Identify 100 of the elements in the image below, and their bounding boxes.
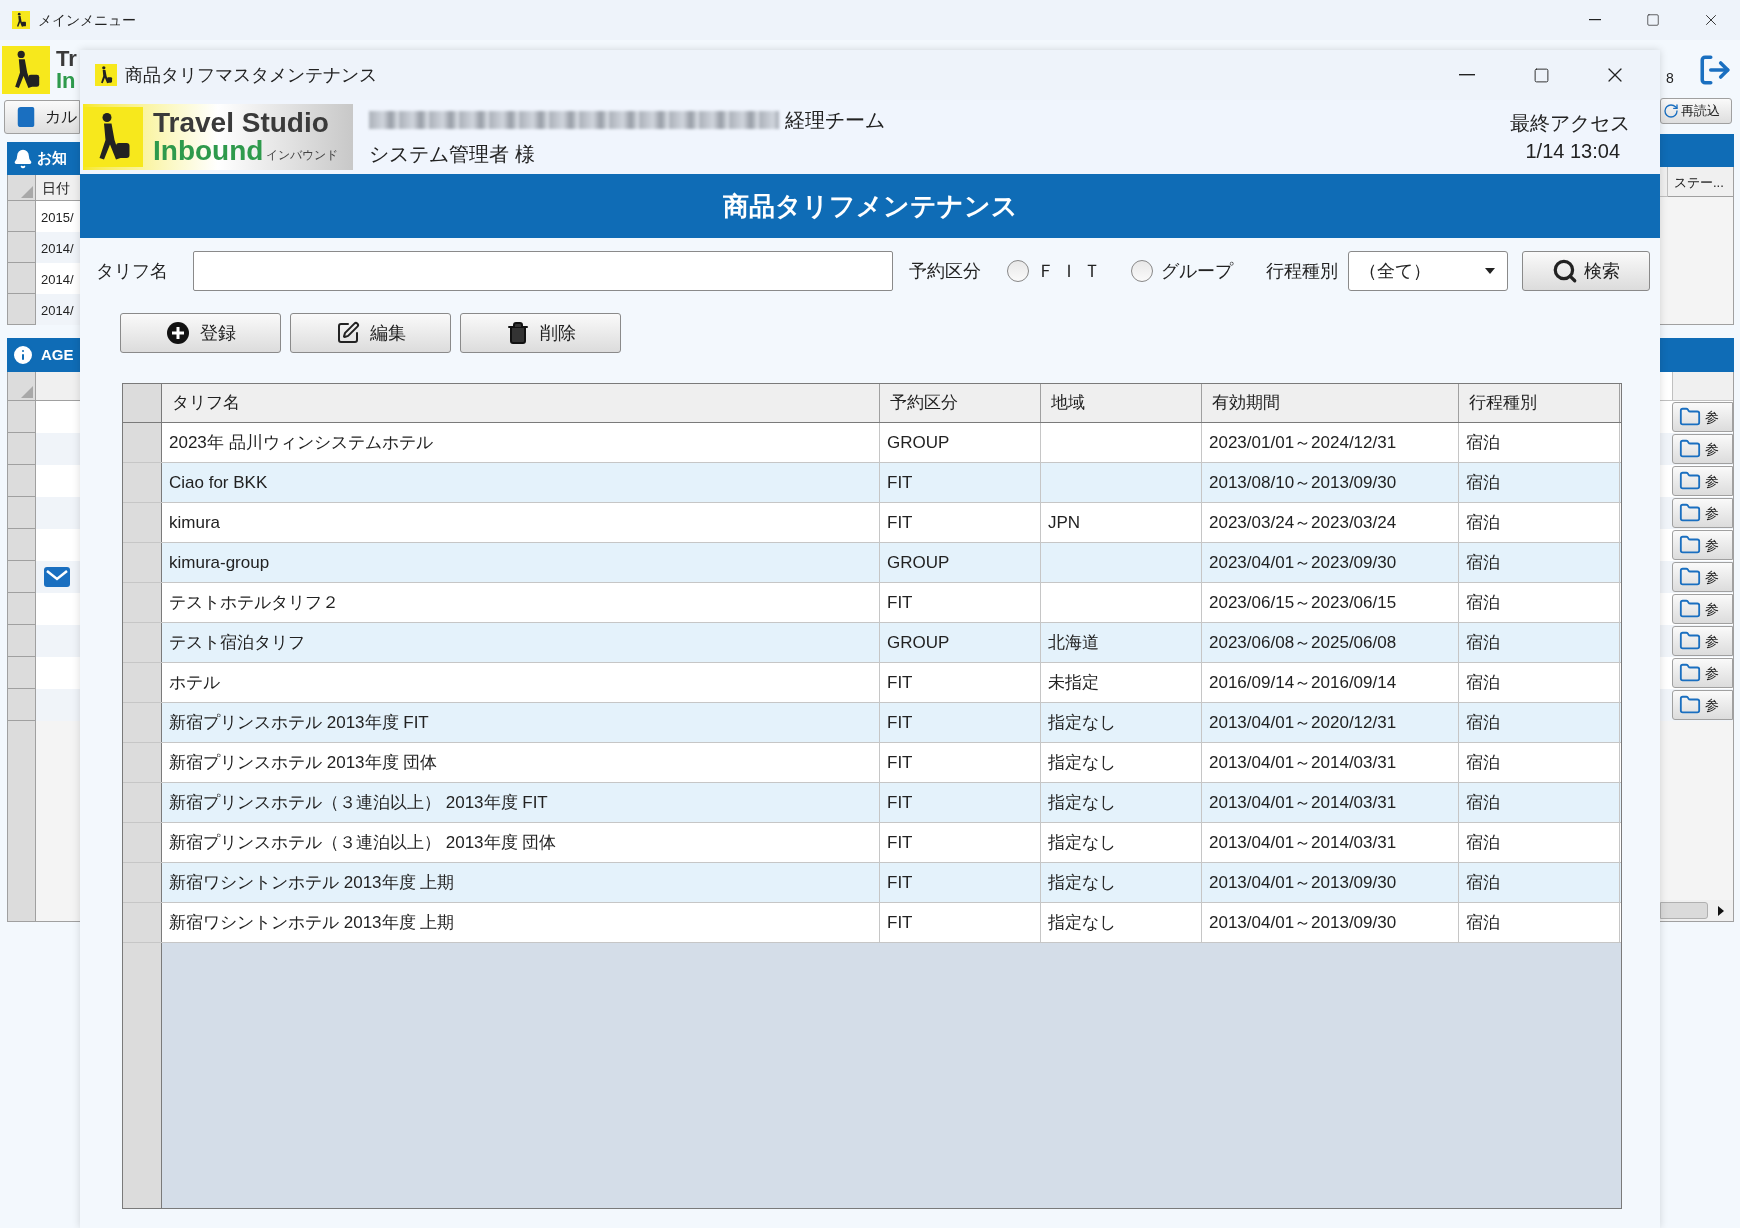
table-row[interactable]: ホテル FIT 未指定 2016/09/14～2016/09/14 宿泊 [123,663,1621,703]
table-cell: 宿泊 [1459,903,1620,942]
table-cell: 宿泊 [1459,783,1620,822]
table-cell: 宿泊 [1459,543,1620,582]
table-cell: 2014/ [36,263,80,294]
logo-subtitle: Inbound [153,137,264,165]
table-cell: 宿泊 [1459,623,1620,662]
table-cell: 未指定 [1041,663,1202,702]
action-button[interactable]: 削除 [460,313,621,353]
table-cell: FIT [880,783,1041,822]
view-button[interactable]: 参 [1672,466,1733,496]
table-row[interactable]: テストホテルタリフ２ FIT 2023/06/15～2023/06/15 宿泊 [123,583,1621,623]
table-cell: 新宿プリンスホテル（３連泊以上） 2013年度 FIT [162,783,880,822]
view-button[interactable]: 参 [1672,402,1733,432]
view-button[interactable]: 参 [1672,594,1733,624]
table-row[interactable]: Ciao for BKK FIT 2013/08/10～2013/09/30 宿泊 [123,463,1621,503]
field-label: 行程種別 [1266,259,1338,283]
view-button[interactable]: 参 [1672,562,1733,592]
column-header: 有効期間 [1202,384,1459,422]
logo-text: Tr [56,48,77,70]
view-button[interactable]: 参 [1672,434,1733,464]
table-row[interactable]: 新宿プリンスホテル 2013年度 FIT FIT 指定なし 2013/04/01～2020/12/31 宿泊 [123,703,1621,743]
table-row[interactable]: 新宿プリンスホテル（３連泊以上） 2013年度 FIT FIT 指定なし 2013/04/01～2014/03/31 宿泊 [123,783,1621,823]
window-title: メインメニュー [38,10,136,30]
field-label: 予約区分 [909,259,981,283]
table-cell: 2023/01/01～2024/12/31 [1202,423,1459,462]
table-row[interactable]: kimura-group GROUP 2023/04/01～2023/09/30 宿泊 [123,543,1621,583]
table-cell: 新宿プリンスホテル 2013年度 FIT [162,703,880,742]
table-cell: 2016/09/14～2016/09/14 [1202,663,1459,702]
table-cell: 2013/04/01～2014/03/31 [1202,823,1459,862]
table-cell: FIT [880,743,1041,782]
table-row[interactable]: テスト宿泊タリフ GROUP 北海道 2023/06/08～2025/06/08 宿泊 [123,623,1621,663]
window-title: 商品タリフマスタメンテナンス [125,63,377,87]
reload-button[interactable]: 再読込 [1660,98,1732,124]
table-cell: 指定なし [1041,783,1202,822]
logo-caption: インバウンド [266,148,339,164]
table-cell: 指定なし [1041,743,1202,782]
table-cell: 2015/ [36,201,80,232]
table-cell: 指定なし [1041,863,1202,902]
nav-button[interactable]: カル [4,100,80,134]
table-cell: 北海道 [1041,623,1202,662]
view-button[interactable]: 参 [1672,498,1733,528]
table-cell: 2023/06/15～2023/06/15 [1202,583,1459,622]
table-cell: GROUP [880,423,1041,462]
table-cell: FIT [880,463,1041,502]
table-cell: 新宿ワシントンホテル 2013年度 上期 [162,903,880,942]
user-text: 8 [1666,68,1674,88]
table-cell: テストホテルタリフ２ [162,583,880,622]
table-cell: 2023年 品川ウィンシステムホテル [162,423,880,462]
table-cell: 2013/08/10～2013/09/30 [1202,463,1459,502]
table-cell: kimura [162,503,880,542]
search-button[interactable]: 検索 [1522,251,1650,291]
table-row[interactable]: 新宿プリンスホテル 2013年度 団体 FIT 指定なし 2013/04/01～2014/03/31 宿泊 [123,743,1621,783]
action-button[interactable]: 編集 [290,313,451,353]
column-header: タリフ名 [162,384,880,422]
table-row[interactable]: 2023年 品川ウィンシステムホテル GROUP 2023/01/01～2024/12/31 宿泊 [123,423,1621,463]
table-cell: 2023/03/24～2023/03/24 [1202,503,1459,542]
table-cell: 指定なし [1041,903,1202,942]
table-cell: 2014/ [36,232,80,263]
logo-text: In [56,70,77,92]
table-row[interactable]: kimura FIT JPN 2023/03/24～2023/03/24 宿泊 [123,503,1621,543]
table-cell: 指定なし [1041,823,1202,862]
column-header: 予約区分 [880,384,1041,422]
table-cell: FIT [880,663,1041,702]
table-cell: 新宿プリンスホテル（３連泊以上） 2013年度 団体 [162,823,880,862]
page-title: 商品タリフメンテナンス [722,189,1018,223]
table-cell: FIT [880,823,1041,862]
table-cell: 宿泊 [1459,823,1620,862]
table-cell: 新宿ワシントンホテル 2013年度 上期 [162,863,880,902]
column-header: 地域 [1041,384,1202,422]
table-row[interactable]: 新宿プリンスホテル（３連泊以上） 2013年度 団体 FIT 指定なし 2013/04/01～2014/03/31 宿泊 [123,823,1621,863]
view-button[interactable]: 参 [1672,690,1733,720]
table-cell: Ciao for BKK [162,463,880,502]
table-cell: 2014/ [36,294,80,325]
table-cell: FIT [880,863,1041,902]
view-button[interactable]: 参 [1672,626,1733,656]
table-cell: 2013/04/01～2014/03/31 [1202,783,1459,822]
table-cell: FIT [880,903,1041,942]
table-cell: 2013/04/01～2013/09/30 [1202,903,1459,942]
logo-title: Travel Studio [153,109,330,137]
table-cell: 宿泊 [1459,463,1620,502]
team-name: 経理チーム [785,108,885,133]
view-button[interactable]: 参 [1672,530,1733,560]
table-cell: 指定なし [1041,703,1202,742]
table-row[interactable]: 新宿ワシントンホテル 2013年度 上期 FIT 指定なし 2013/04/01～2013/09/30 宿泊 [123,903,1621,943]
table-cell: 宿泊 [1459,583,1620,622]
field-label: タリフ名 [96,259,169,283]
table-cell: 宿泊 [1459,743,1620,782]
table-cell: 2013/04/01～2020/12/31 [1202,703,1459,742]
table-cell: テスト宿泊タリフ [162,623,880,662]
itinerary-dropdown[interactable]: （全て） [1348,251,1508,291]
table-row[interactable]: 新宿ワシントンホテル 2013年度 上期 FIT 指定なし 2013/04/01～2013/09/30 宿泊 [123,863,1621,903]
view-button[interactable]: 参 [1672,658,1733,688]
column-header: ステー... [1668,167,1733,197]
table-cell: 宿泊 [1459,503,1620,542]
action-button[interactable]: 登録 [120,313,281,353]
table-cell: FIT [880,503,1041,542]
panel-title: AGE [41,344,74,365]
last-access-label: 最終アクセス [1510,111,1630,136]
table-cell: GROUP [880,623,1041,662]
